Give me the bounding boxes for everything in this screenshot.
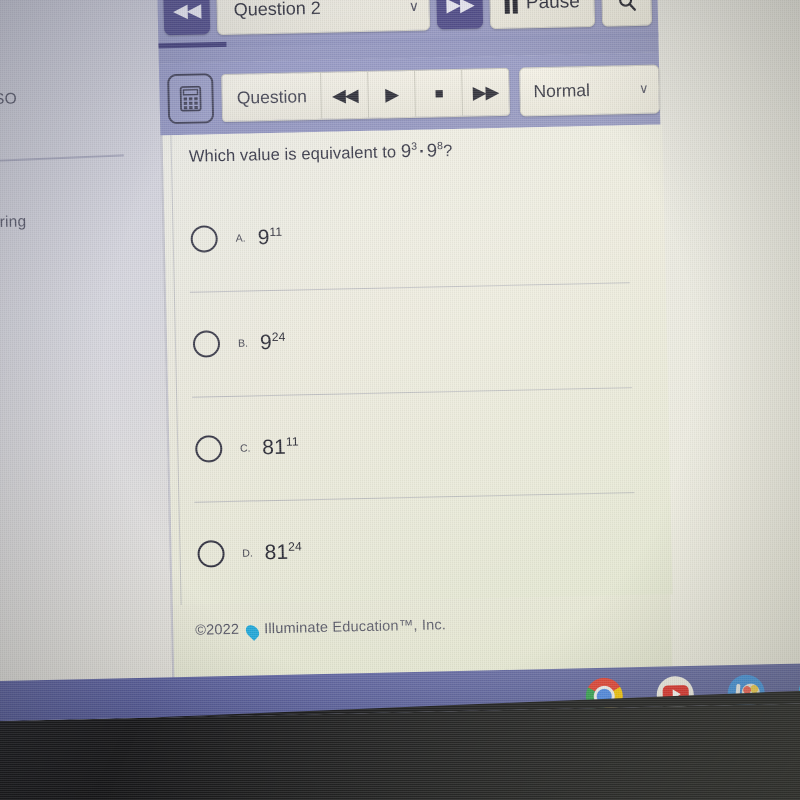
next-icon: ▶▶: [446, 0, 474, 16]
question-select-value: Question 2: [233, 0, 321, 20]
multiplication-operator: ·: [419, 142, 426, 161]
answer-option-a[interactable]: A. 911: [164, 176, 666, 292]
previous-icon: ◀◀: [172, 0, 201, 22]
footer: ©2022 Illuminate Education™, Inc.: [170, 594, 673, 678]
option-letter-d: D.: [242, 546, 253, 560]
audio-player-group: Question ◀◀ ▶ ■ ▶▶: [221, 67, 511, 123]
radio-button-d[interactable]: [197, 540, 225, 568]
assessment-app: ◀◀ Question 2 ∨ ▶▶ Pause Question ◀◀ ▶ ■…: [156, 0, 673, 678]
question-suffix: ?: [442, 142, 453, 161]
question-content-panel: Which value is equivalent to 93·98? A. 9…: [160, 124, 673, 607]
stop-icon: ■: [434, 84, 443, 102]
rewind-icon: ◀◀: [331, 84, 358, 106]
player-stop-button[interactable]: ■: [415, 69, 464, 117]
pause-button[interactable]: Pause: [489, 0, 596, 29]
background-divider: [0, 154, 124, 164]
option-letter-b: B.: [237, 337, 249, 350]
fast-forward-icon: ▶▶: [472, 81, 499, 103]
answer-option-b[interactable]: B. 924: [166, 281, 668, 397]
illuminate-logo-icon: [243, 622, 262, 641]
radio-button-c[interactable]: [194, 435, 223, 463]
player-play-button[interactable]: ▶: [368, 70, 417, 118]
answer-options-list: A. 911 B. 924 C. 8111 D. 8124: [164, 176, 673, 607]
question-select[interactable]: Question 2 ∨: [216, 0, 431, 35]
option-letter-a: A.: [235, 232, 246, 245]
pause-icon: [504, 0, 519, 14]
calculator-icon: [179, 85, 202, 112]
chrome-icon[interactable]: [585, 676, 624, 715]
question-prompt-prefix: Which value is equivalent to: [188, 143, 402, 166]
playback-speed-value: Normal: [533, 79, 591, 101]
option-value-d: 8124: [264, 539, 303, 565]
company-name: Illuminate Education™, Inc.: [264, 617, 447, 638]
search-button[interactable]: [601, 0, 653, 27]
progress-fill: [158, 41, 227, 49]
option-letter-c: C.: [239, 442, 251, 455]
copyright-text: ©2022: [195, 621, 240, 639]
calculator-button[interactable]: [167, 73, 215, 125]
play-icon: ▶: [385, 83, 399, 104]
player-label: Question: [222, 72, 323, 122]
option-value-b: 924: [259, 329, 286, 355]
next-question-button[interactable]: ▶▶: [436, 0, 484, 29]
previous-question-button[interactable]: ◀◀: [163, 0, 211, 35]
answer-option-d[interactable]: D. 8124: [170, 491, 672, 607]
question-prompt: Which value is equivalent to 93·98?: [189, 139, 453, 167]
answer-option-c[interactable]: C. 8111: [168, 386, 670, 502]
background-left-panel: ance SSO ods art 1, Spring: [0, 0, 176, 722]
option-value-c: 8111: [262, 434, 299, 460]
sub-toolbar: Question ◀◀ ▶ ■ ▶▶ Normal ∨: [158, 52, 661, 136]
player-forward-button[interactable]: ▶▶: [462, 69, 509, 116]
background-text-sso: ance SSO: [0, 90, 18, 110]
youtube-icon[interactable]: [656, 675, 695, 714]
search-icon: [618, 0, 636, 11]
question-term-2: 98: [426, 139, 444, 161]
photo-of-laptop-screen: ance SSO ods art 1, Spring ◀◀ Question 2…: [0, 0, 800, 800]
player-rewind-button[interactable]: ◀◀: [321, 71, 370, 119]
radio-button-b[interactable]: [192, 330, 221, 358]
radio-button-a[interactable]: [190, 225, 218, 253]
pause-label: Pause: [525, 0, 581, 14]
option-value-a: 911: [257, 224, 283, 250]
chevron-down-icon: ∨: [638, 80, 649, 96]
laptop-screen: ance SSO ods art 1, Spring ◀◀ Question 2…: [0, 0, 800, 722]
background-text-line-2: art 1, Spring: [0, 213, 27, 232]
chevron-down-icon: ∨: [408, 0, 420, 14]
playback-speed-select[interactable]: Normal ∨: [518, 64, 661, 117]
question-term-1: 93: [400, 139, 418, 162]
